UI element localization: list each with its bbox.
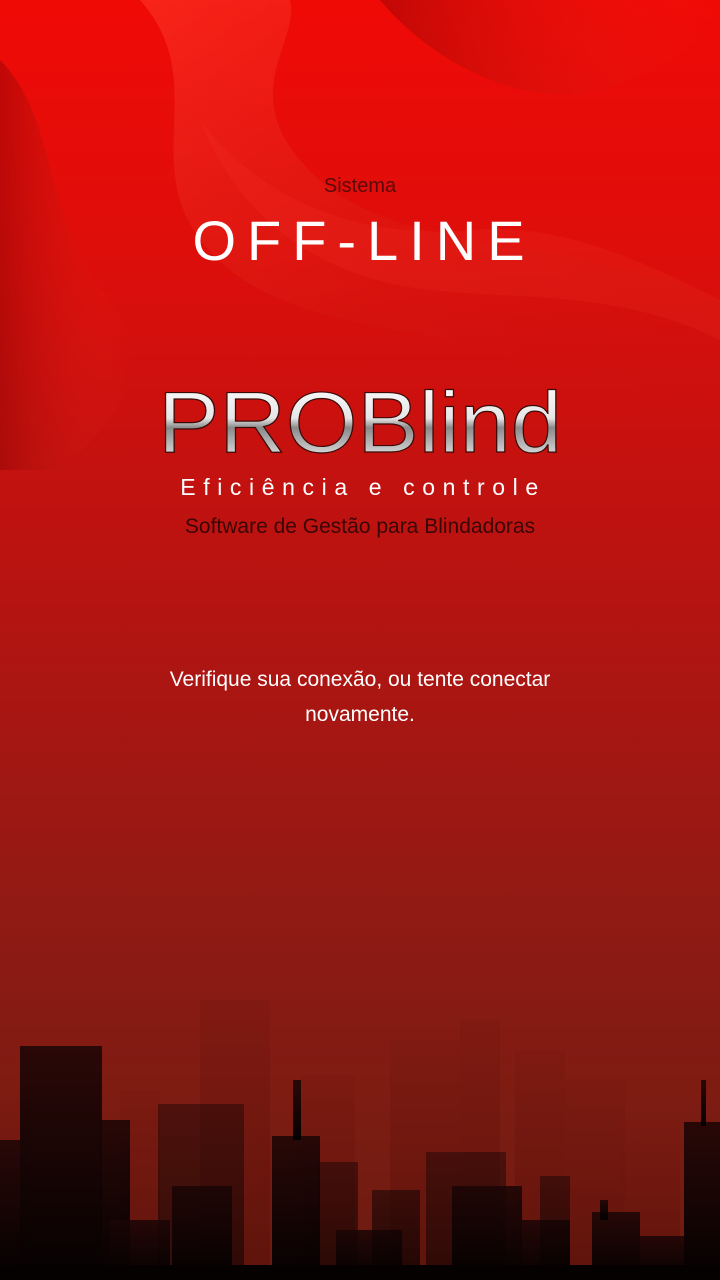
problind-logo: PROBlind — [0, 374, 720, 471]
brand-tagline: Eficiência e controle — [180, 474, 546, 500]
connection-message: Verifique sua conexão, ou tente conectar… — [169, 668, 551, 726]
offline-status-title: OFF-LINE — [192, 209, 536, 272]
logo-wordmark: PROBlind — [157, 374, 562, 471]
logo-text: PROBlind — [158, 378, 562, 464]
offline-screen: Sistema OFF-LINE PROBlind Eficiência e c… — [0, 0, 720, 1280]
brand-subtitle: Software de Gestão para Blindadoras — [184, 515, 536, 538]
system-label: Sistema — [323, 175, 397, 197]
